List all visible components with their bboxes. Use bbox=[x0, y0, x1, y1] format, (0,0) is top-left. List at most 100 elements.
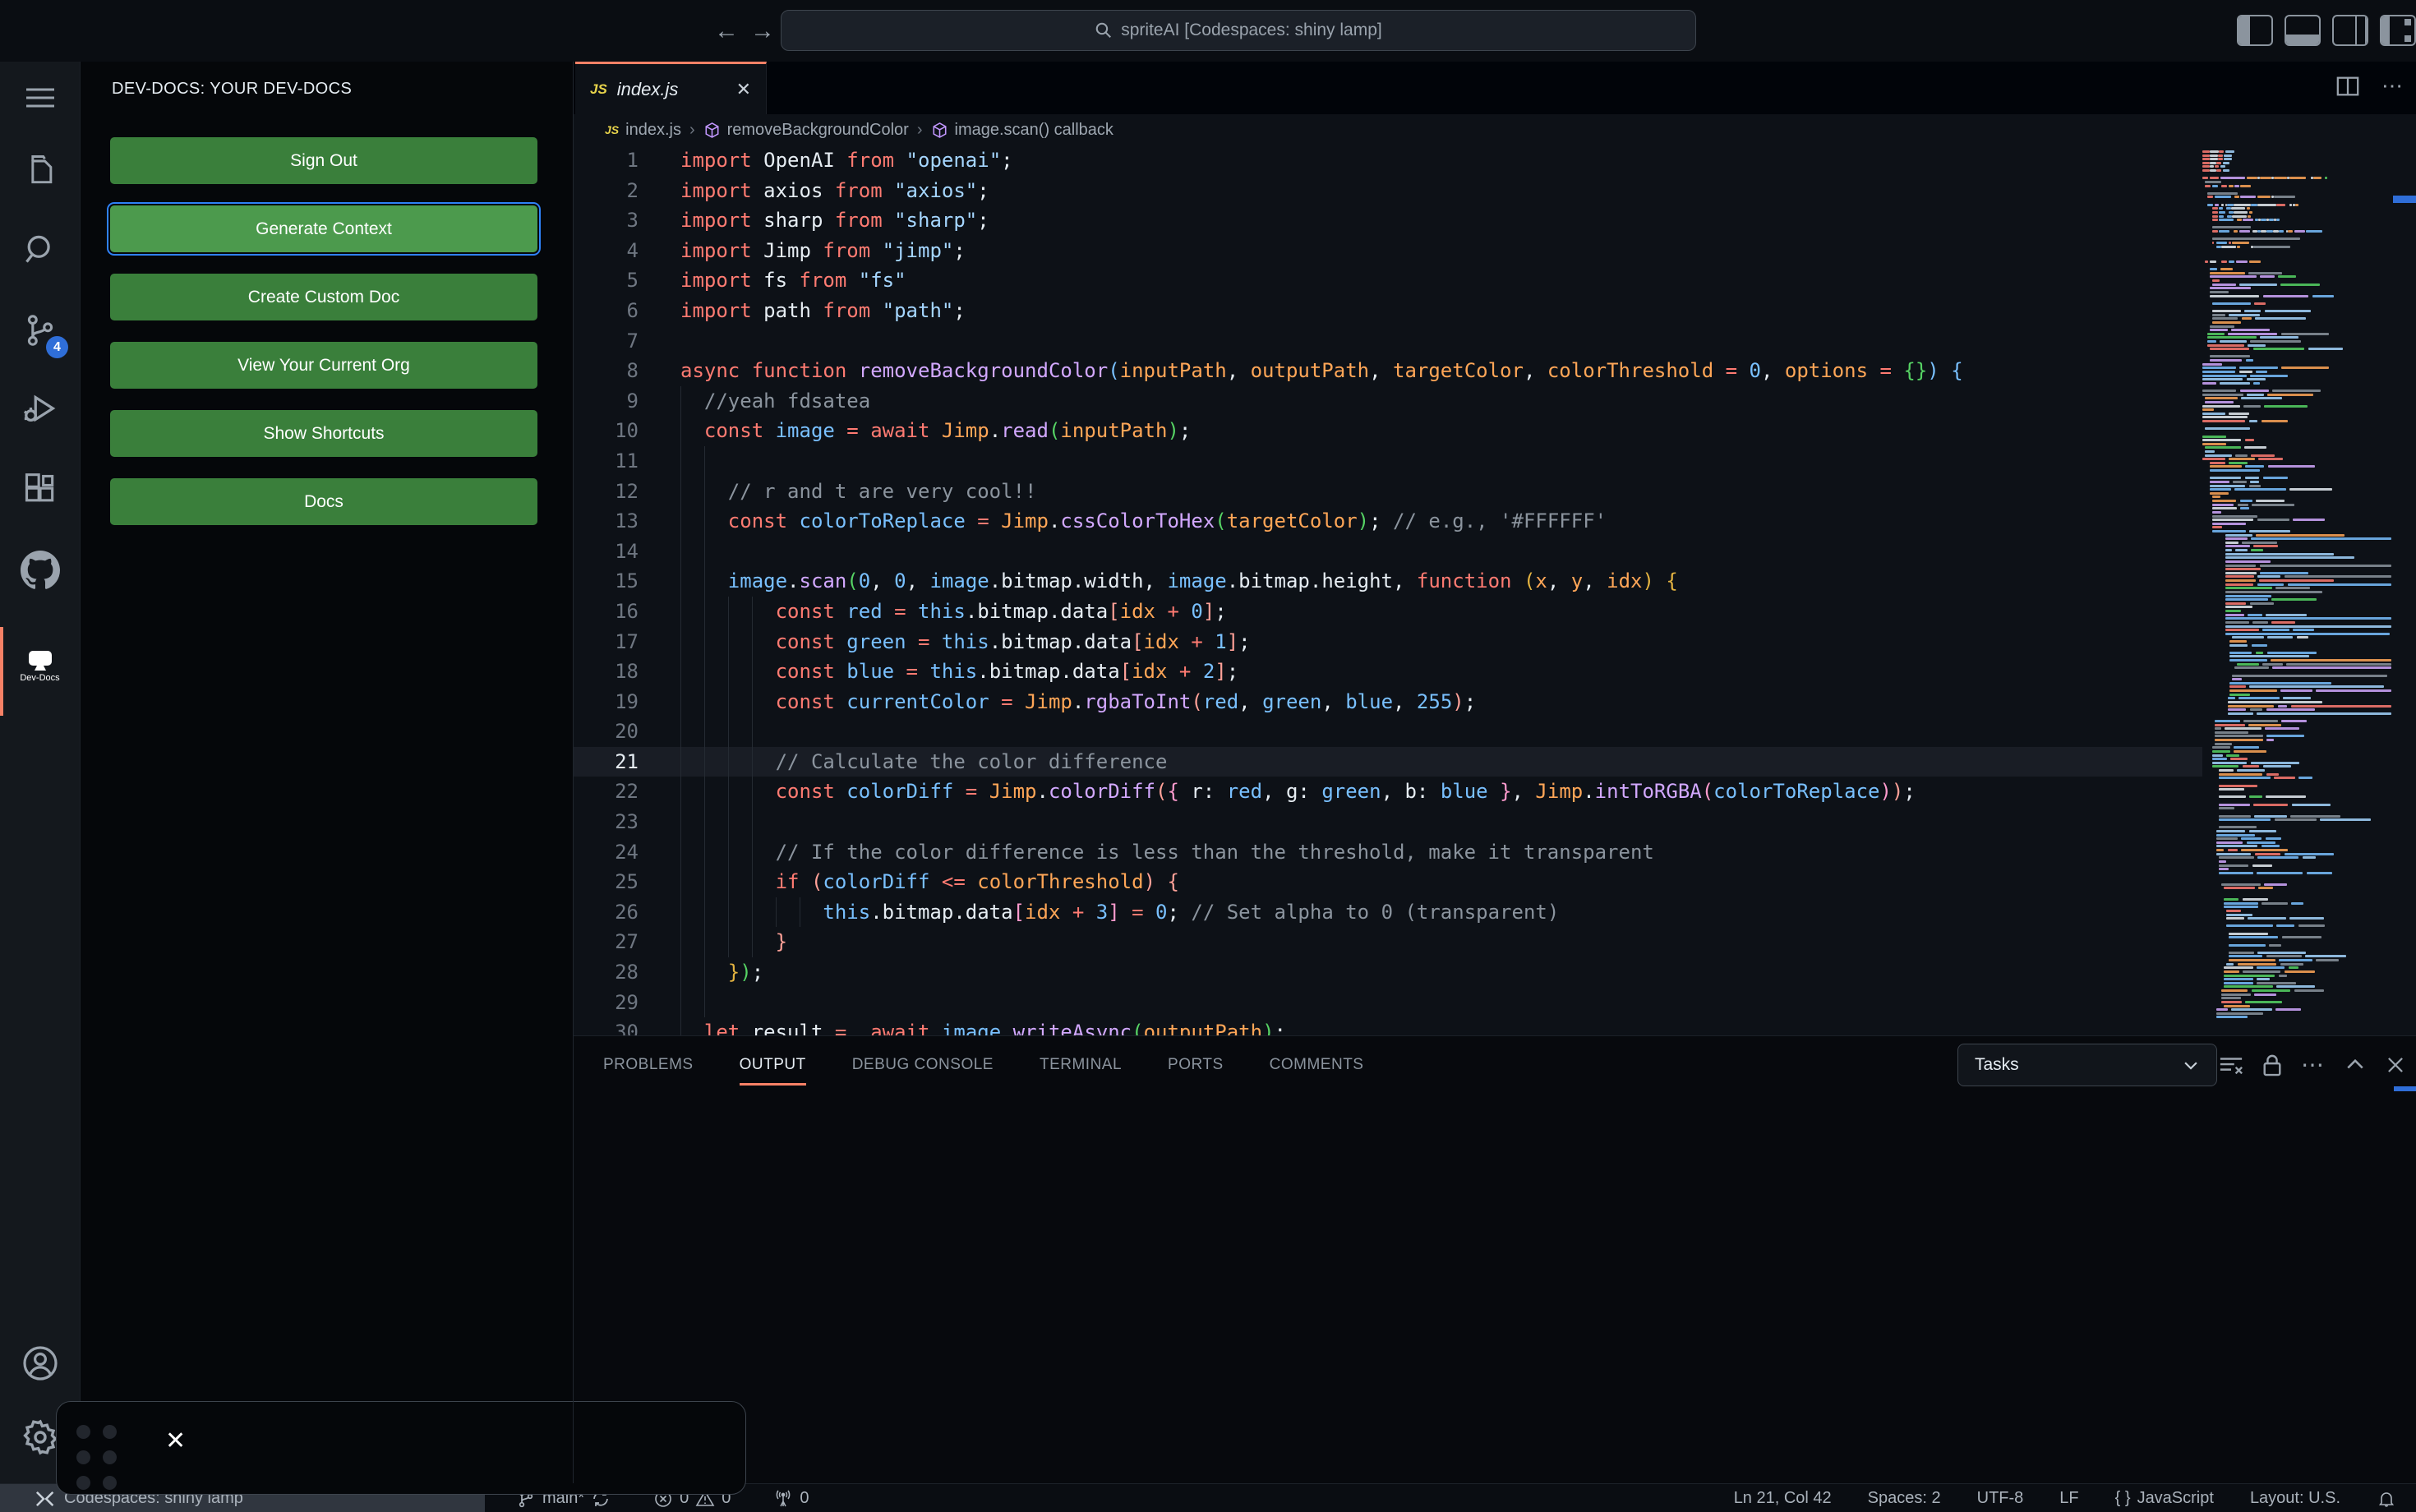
line-number: 5 bbox=[626, 269, 639, 293]
panel-tab-output[interactable]: OUTPUT bbox=[739, 1056, 806, 1086]
panel-more-actions-icon[interactable]: ⋯ bbox=[2301, 1051, 2326, 1078]
panel-tab-terminal[interactable]: TERMINAL bbox=[1040, 1056, 1122, 1077]
code-line: 15 image.scan(0, 0, image.bitmap.width, i… bbox=[574, 566, 2202, 597]
sidebar-button-docs[interactable]: Docs bbox=[110, 478, 537, 525]
title-bar: ← → spriteAI [Codespaces: shiny lamp] bbox=[0, 0, 2416, 62]
line-number: 21 bbox=[615, 749, 639, 773]
source-control-icon[interactable]: 4 bbox=[0, 294, 80, 366]
notification-box: ✕ bbox=[56, 1401, 746, 1495]
sidebar-button-show-shortcuts[interactable]: Show Shortcuts bbox=[110, 410, 537, 457]
customize-layout-icon[interactable] bbox=[2380, 15, 2416, 46]
split-editor-icon[interactable] bbox=[2335, 74, 2360, 99]
line-number: 6 bbox=[626, 298, 639, 322]
breadcrumb-item[interactable]: JS index.js bbox=[605, 121, 681, 140]
symbol-icon bbox=[703, 122, 721, 139]
back-icon[interactable]: ← bbox=[712, 16, 741, 46]
command-center-text: spriteAI [Codespaces: shiny lamp] bbox=[1121, 21, 1382, 39]
breadcrumb-item[interactable]: image.scan() callback bbox=[931, 121, 1113, 140]
sidebar-editor-divider[interactable] bbox=[573, 62, 574, 1483]
sidebar-button-view-your-current-org[interactable]: View Your Current Org bbox=[110, 342, 537, 389]
chevron-down-icon bbox=[2184, 1062, 2197, 1070]
explorer-icon[interactable] bbox=[0, 134, 80, 206]
line-number: 17 bbox=[615, 629, 639, 653]
sidebar-button-create-custom-doc[interactable]: Create Custom Doc bbox=[110, 274, 537, 320]
panel-tab-ports[interactable]: PORTS bbox=[1168, 1056, 1224, 1077]
breadcrumb-item[interactable]: removeBackgroundColor bbox=[703, 121, 909, 140]
bell-icon[interactable] bbox=[2377, 1489, 2396, 1509]
line-number: 4 bbox=[626, 238, 639, 262]
dev-docs-icon[interactable]: Dev-Docs bbox=[0, 630, 80, 703]
js-file-icon: JS bbox=[605, 123, 620, 136]
indentation-status[interactable]: Spaces: 2 bbox=[1868, 1489, 1941, 1508]
github-icon[interactable] bbox=[0, 534, 80, 606]
line-number: 29 bbox=[615, 990, 639, 1014]
breadcrumb: JS index.js › removeBackgroundColor › image.s… bbox=[574, 114, 2416, 145]
breadcrumb-separator: › bbox=[916, 120, 923, 139]
search-icon bbox=[1095, 22, 1112, 38]
notification-close-icon[interactable]: ✕ bbox=[165, 1427, 186, 1455]
toggle-panel-icon[interactable] bbox=[2285, 15, 2321, 46]
line-number: 30 bbox=[615, 1021, 639, 1035]
code-line: 10 const image = await Jimp.read(inputPat… bbox=[574, 416, 2202, 446]
line-number: 8 bbox=[626, 359, 639, 383]
code-line: 29 bbox=[574, 987, 2202, 1018]
layout-status[interactable]: Layout: U.S. bbox=[2250, 1489, 2340, 1508]
output-channel-dropdown[interactable]: Tasks bbox=[1957, 1044, 2217, 1086]
lock-icon[interactable] bbox=[2262, 1053, 2283, 1077]
cursor-position[interactable]: Ln 21, Col 42 bbox=[1734, 1489, 1832, 1508]
layout-controls bbox=[2237, 15, 2416, 46]
code-line: 7 bbox=[574, 326, 2202, 357]
js-file-icon: JS bbox=[590, 81, 607, 97]
language-status[interactable]: { } JavaScript bbox=[2115, 1489, 2214, 1508]
panel-tab-comments[interactable]: COMMENTS bbox=[1270, 1056, 1364, 1077]
toggle-secondary-sidebar-icon[interactable] bbox=[2332, 15, 2368, 46]
symbol-icon bbox=[931, 122, 948, 139]
code-line: 12// r and t are very cool!! bbox=[574, 476, 2202, 507]
code-line: 28}); bbox=[574, 957, 2202, 988]
line-number: 3 bbox=[626, 209, 639, 233]
ports-status[interactable]: 0 bbox=[773, 1489, 809, 1509]
breadcrumb-separator: › bbox=[689, 120, 695, 139]
clear-output-icon[interactable] bbox=[2219, 1053, 2243, 1077]
sidebar: DEV-DOCS: YOUR DEV-DOCS Sign Out Generate… bbox=[81, 62, 573, 1483]
tab-close-icon[interactable]: ✕ bbox=[736, 79, 751, 100]
panel-tab-debug-console[interactable]: DEBUG CONSOLE bbox=[852, 1056, 994, 1077]
accounts-icon[interactable] bbox=[0, 1327, 80, 1399]
run-debug-icon[interactable] bbox=[0, 372, 80, 445]
line-number: 28 bbox=[615, 961, 639, 984]
toggle-sidebar-icon[interactable] bbox=[2237, 15, 2273, 46]
tab-indexjs[interactable]: JS index.js ✕ bbox=[575, 62, 767, 114]
encoding-status[interactable]: UTF-8 bbox=[1977, 1489, 2024, 1508]
remote-icon bbox=[35, 1491, 54, 1506]
output-channel-label: Tasks bbox=[1975, 1055, 2019, 1074]
code-line: 26 this.bitmap.data[idx + 3] = 0; // Set … bbox=[574, 897, 2202, 928]
code-line: 18 const blue = this.bitmap.data[idx + 2]… bbox=[574, 657, 2202, 687]
code-line: 22 const colorDiff = Jimp.colorDiff({ r: … bbox=[574, 777, 2202, 808]
tab-strip: JS index.js ✕ ⋯ bbox=[574, 62, 2416, 114]
panel-tab-problems[interactable]: PROBLEMS bbox=[603, 1056, 694, 1077]
code-editor[interactable]: 1 import OpenAI from "openai"; 2 import axi… bbox=[574, 145, 2202, 1035]
extensions-icon[interactable] bbox=[0, 454, 80, 526]
code-line: 16 const red = this.bitmap.data[idx + 0]; bbox=[574, 596, 2202, 627]
close-panel-icon[interactable] bbox=[2385, 1054, 2406, 1076]
maximize-panel-icon[interactable] bbox=[2344, 1053, 2367, 1076]
overview-ruler-marker bbox=[2393, 196, 2416, 203]
code-line: 17 const green = this.bitmap.data[idx + 1… bbox=[574, 626, 2202, 657]
activity-bar: 4 Dev-Docs bbox=[0, 62, 81, 1483]
forward-icon[interactable]: → bbox=[748, 16, 777, 46]
code-line: 23 bbox=[574, 807, 2202, 837]
ports-count: 0 bbox=[800, 1489, 809, 1507]
line-number: 24 bbox=[615, 840, 639, 864]
code-line: 8 async function removeBackgroundColor(in… bbox=[574, 356, 2202, 386]
line-number: 23 bbox=[615, 810, 639, 834]
code-line: 20 bbox=[574, 717, 2202, 747]
command-center-search[interactable]: spriteAI [Codespaces: shiny lamp] bbox=[781, 10, 1696, 51]
eol-status[interactable]: LF bbox=[2059, 1489, 2078, 1508]
minimap[interactable] bbox=[2202, 145, 2393, 1035]
menu-icon[interactable] bbox=[0, 62, 80, 134]
editor-more-actions-icon[interactable]: ⋯ bbox=[2381, 73, 2403, 99]
sidebar-button-sign-out[interactable]: Sign Out bbox=[110, 137, 537, 184]
line-number: 1 bbox=[626, 149, 639, 172]
search-icon[interactable] bbox=[0, 214, 80, 286]
sidebar-button-generate-context[interactable]: Generate Context bbox=[110, 205, 537, 252]
